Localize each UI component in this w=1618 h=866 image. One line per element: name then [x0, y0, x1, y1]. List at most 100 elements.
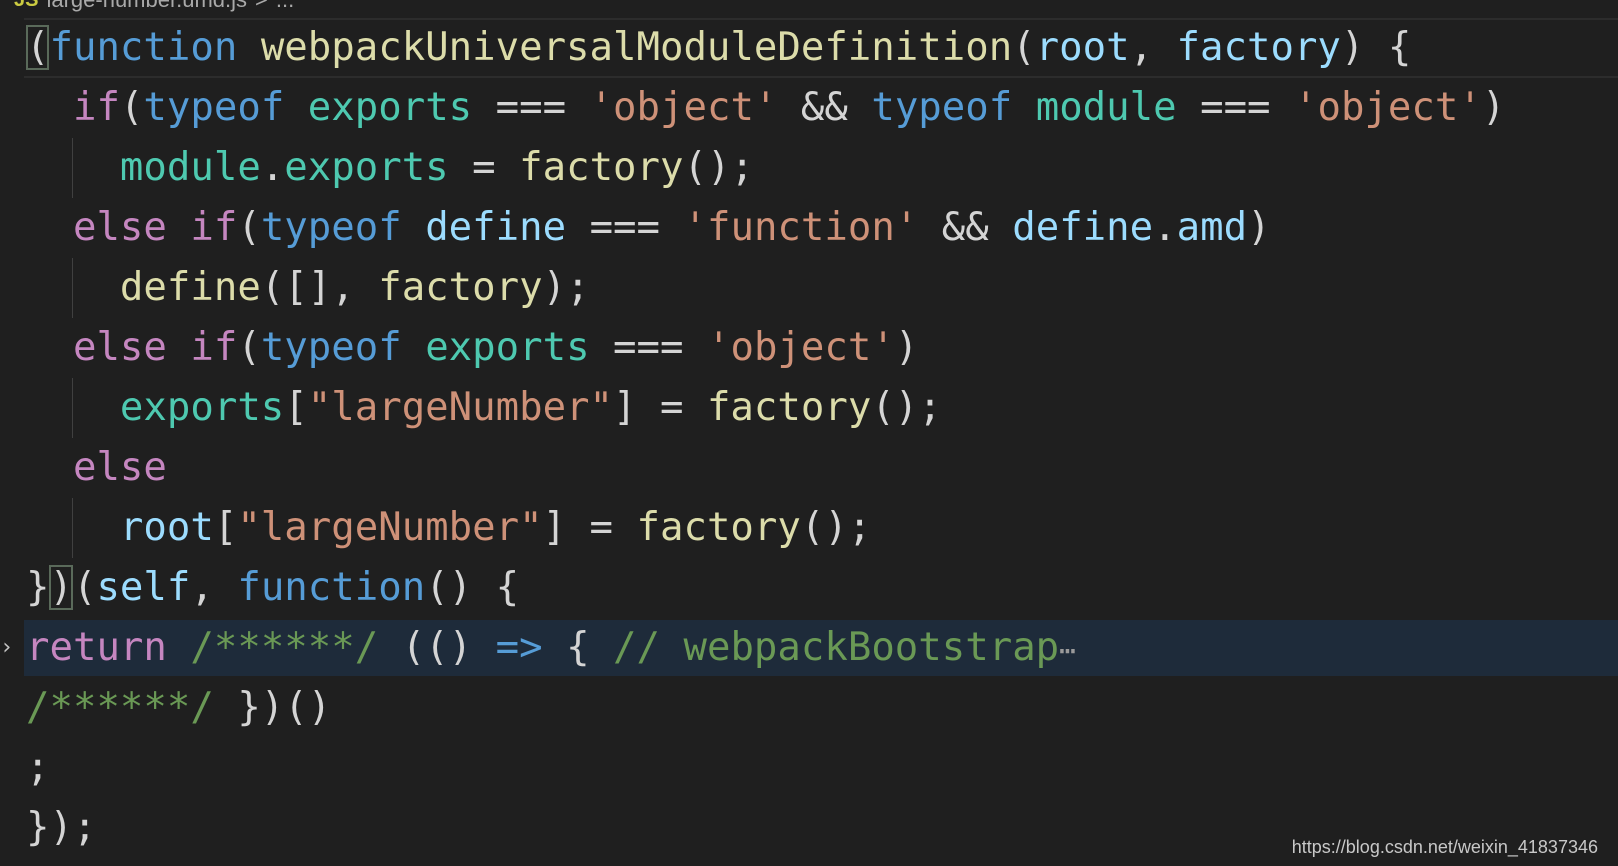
code-line[interactable]: root["largeNumber"] = factory();: [0, 498, 1618, 558]
code-token: ] =: [613, 385, 707, 430]
code-token: else: [72, 325, 167, 370]
code-token: .: [260, 145, 285, 190]
code-token: ===: [1176, 85, 1295, 130]
code-token: function: [237, 565, 426, 610]
code-line[interactable]: module.exports = factory();: [0, 138, 1618, 198]
code-token: ): [49, 565, 73, 610]
code-token: 'function': [683, 205, 919, 250]
code-token: webpackUniversalModuleDefinition: [260, 25, 1013, 70]
code-line[interactable]: define([], factory);: [0, 258, 1618, 318]
code-token: define: [1012, 205, 1154, 250]
code-token: (: [72, 565, 97, 610]
code-token: self: [96, 565, 191, 610]
code-line[interactable]: if(typeof exports === 'object' && typeof…: [0, 78, 1618, 138]
code-token: ((): [378, 625, 496, 670]
breadcrumb-file[interactable]: large-number.umd.js: [46, 0, 247, 13]
code-token: {: [542, 625, 614, 670]
code-token: define: [425, 205, 567, 250]
javascript-file-icon: JS: [14, 0, 38, 12]
code-token: typeof: [260, 325, 402, 370]
code-token: typeof: [871, 85, 1013, 130]
code-line[interactable]: })(self, function() {: [0, 558, 1618, 618]
code-token: &&: [777, 85, 872, 130]
code-token: ===: [472, 85, 590, 130]
breadcrumb-more[interactable]: ...: [276, 0, 294, 13]
code-token: ): [894, 325, 919, 370]
code-editor[interactable]: ( function webpackUniversalModuleDefiniti…: [0, 18, 1618, 858]
code-token: })(): [213, 685, 332, 730]
code-token: ===: [566, 205, 684, 250]
code-token: ): [1247, 205, 1271, 250]
code-token: ([],: [260, 265, 379, 310]
code-line[interactable]: (function webpackUniversalModuleDefiniti…: [0, 18, 1618, 78]
folded-region-ellipsis[interactable]: ⋯: [1059, 634, 1076, 667]
code-token: if: [72, 85, 120, 130]
code-line[interactable]: › return /******/ (() => { // webpackBoot…: [0, 618, 1618, 678]
code-token: define: [119, 265, 261, 310]
code-token: 'object': [1294, 85, 1482, 130]
code-token: ] =: [542, 505, 637, 550]
code-token: root: [1035, 25, 1130, 70]
code-line[interactable]: ;: [0, 738, 1618, 798]
code-token: [: [213, 505, 238, 550]
code-token: factory: [706, 385, 872, 430]
code-line[interactable]: else: [0, 438, 1618, 498]
code-token: ,: [190, 565, 238, 610]
code-token: // webpackBootstrap: [613, 625, 1060, 670]
code-token: factory: [636, 505, 801, 550]
code-token: root: [119, 505, 214, 550]
code-token: ();: [871, 385, 942, 430]
code-token: exports: [119, 385, 285, 430]
watermark: https://blog.csdn.net/weixin_41837346: [1291, 837, 1598, 857]
code-token: 'object': [706, 325, 895, 370]
code-token: else: [72, 445, 167, 490]
code-token: =: [448, 145, 520, 190]
code-token: ===: [589, 325, 707, 370]
code-line[interactable]: else if(typeof exports === 'object'): [0, 318, 1618, 378]
code-token: else: [72, 205, 167, 250]
code-token: }: [26, 565, 50, 610]
code-line[interactable]: else if(typeof define === 'function' && …: [0, 198, 1618, 258]
code-token: ;: [26, 745, 50, 790]
code-token: factory: [519, 145, 684, 190]
code-token: typeof: [143, 85, 285, 130]
code-token: (: [1012, 25, 1036, 70]
breadcrumb[interactable]: JS large-number.umd.js > ...: [14, 0, 294, 14]
code-token: if: [190, 205, 238, 250]
code-token: ();: [800, 505, 872, 550]
code-token: (: [26, 25, 50, 70]
fold-chevron-icon[interactable]: ›: [0, 618, 14, 678]
code-token: &&: [918, 205, 1013, 250]
code-line[interactable]: /******/ })(): [0, 678, 1618, 738]
code-token: exports: [425, 325, 590, 370]
code-line[interactable]: exports["largeNumber"] = factory();: [0, 378, 1618, 438]
code-token: (: [237, 325, 261, 370]
code-token: amd: [1176, 205, 1248, 250]
code-token: /******/: [26, 685, 214, 730]
code-token: (: [119, 85, 144, 130]
code-token: (: [237, 205, 261, 250]
code-token: ();: [683, 145, 754, 190]
code-token: if: [190, 325, 238, 370]
code-token: =>: [495, 625, 543, 670]
code-token: });: [26, 805, 97, 850]
code-token: );: [542, 265, 590, 310]
code-token: "largeNumber": [307, 385, 614, 430]
code-token: "largeNumber": [237, 505, 543, 550]
code-token: ): [1481, 85, 1506, 130]
code-token: typeof: [260, 205, 402, 250]
code-token: ,: [1129, 25, 1177, 70]
